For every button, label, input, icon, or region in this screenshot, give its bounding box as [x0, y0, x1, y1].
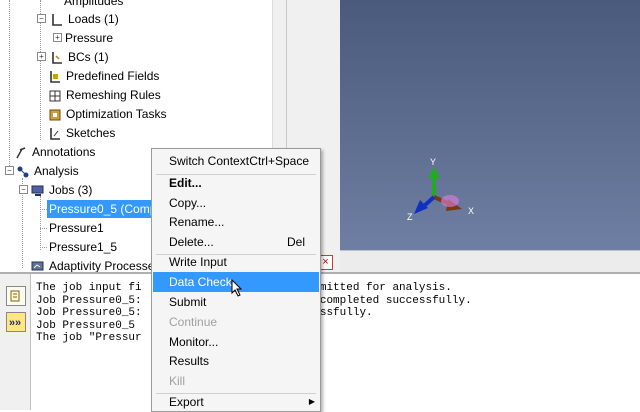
x-axis-highlight	[441, 195, 459, 207]
menu-item-switch-context[interactable]: Switch Context Ctrl+Space	[153, 151, 319, 171]
collapse-icon[interactable]: −	[5, 166, 14, 175]
tree-item-remeshing-rules[interactable]: Remeshing Rules	[48, 86, 161, 104]
tree-item-predefined-fields[interactable]: Predefined Fields	[48, 67, 159, 85]
menu-item-rename[interactable]: Rename...	[153, 212, 319, 232]
z-axis-label: Z	[407, 212, 413, 222]
expand-icon[interactable]: +	[53, 33, 62, 42]
remesh-icon	[48, 89, 62, 103]
annotation-icon	[14, 146, 28, 160]
x-axis-label: X	[468, 206, 474, 216]
tree-item-optimization-tasks[interactable]: Optimization Tasks	[48, 105, 166, 123]
menu-item-monitor[interactable]: Monitor...	[153, 332, 319, 352]
z-axis-line	[422, 195, 436, 208]
tree-item-adaptivity-processes[interactable]: Adaptivity Processe	[31, 257, 154, 272]
tree-item-pressure[interactable]: Pressure	[65, 29, 113, 47]
expand-icon[interactable]: +	[37, 52, 46, 61]
tree-item-loads[interactable]: Loads (1)	[50, 10, 119, 28]
tree-line	[40, 196, 41, 250]
viewport-status-bar: ×	[318, 250, 640, 273]
svg-text:»: »	[15, 317, 21, 329]
tree-item-job-pressure1-5[interactable]: Pressure1_5	[49, 238, 117, 256]
command-line-button[interactable]: »»	[6, 312, 26, 332]
jobs-icon	[31, 184, 45, 198]
y-axis-arrow	[428, 167, 440, 178]
menu-item-results[interactable]: Results	[153, 351, 319, 371]
tree-connector	[40, 228, 47, 229]
tree-item-annotations[interactable]: Annotations	[14, 143, 95, 161]
menu-item-copy[interactable]: Copy...	[153, 193, 319, 213]
menu-item-continue[interactable]: Continue	[153, 312, 319, 332]
analysis-icon	[16, 165, 30, 179]
field-icon	[48, 70, 62, 84]
message-toolbar: »»	[0, 274, 31, 410]
tree-line	[9, 0, 10, 172]
optimization-icon	[48, 108, 62, 122]
viewport[interactable]: Y X Z	[340, 0, 640, 250]
menu-item-delete[interactable]: Delete... Del	[153, 232, 319, 252]
mouse-cursor-icon	[231, 278, 243, 300]
menu-item-export[interactable]: Export ▶	[153, 392, 319, 412]
load-icon	[50, 13, 64, 27]
sketch-icon	[48, 127, 62, 141]
menu-item-write-input[interactable]: Write Input	[153, 252, 319, 272]
tree-item-amplitudes[interactable]: Amplitudes	[64, 0, 123, 10]
tree-item-job-pressure1[interactable]: Pressure1	[49, 219, 104, 237]
bc-icon	[50, 51, 64, 65]
tree-connector	[40, 247, 47, 248]
submenu-arrow-icon: ▶	[308, 397, 315, 406]
tree-item-bcs[interactable]: BCs (1)	[50, 48, 109, 66]
adaptivity-icon	[31, 260, 45, 272]
axis-triad: Y X Z	[407, 157, 474, 222]
menu-item-kill[interactable]: Kill	[153, 371, 319, 391]
y-axis-label: Y	[430, 157, 436, 167]
tree-item-analysis[interactable]: Analysis	[16, 162, 79, 180]
collapse-icon[interactable]: −	[37, 14, 46, 23]
menu-item-edit[interactable]: Edit...	[153, 173, 319, 193]
collapse-icon[interactable]: −	[19, 185, 28, 194]
tree-connector	[40, 209, 47, 210]
tree-item-job-pressure0-5[interactable]: Pressure0_5 (Comp	[47, 200, 159, 218]
tree-item-jobs[interactable]: Jobs (3)	[31, 181, 92, 199]
message-log-button[interactable]	[6, 286, 26, 306]
tree-item-sketches[interactable]: Sketches	[48, 124, 115, 142]
